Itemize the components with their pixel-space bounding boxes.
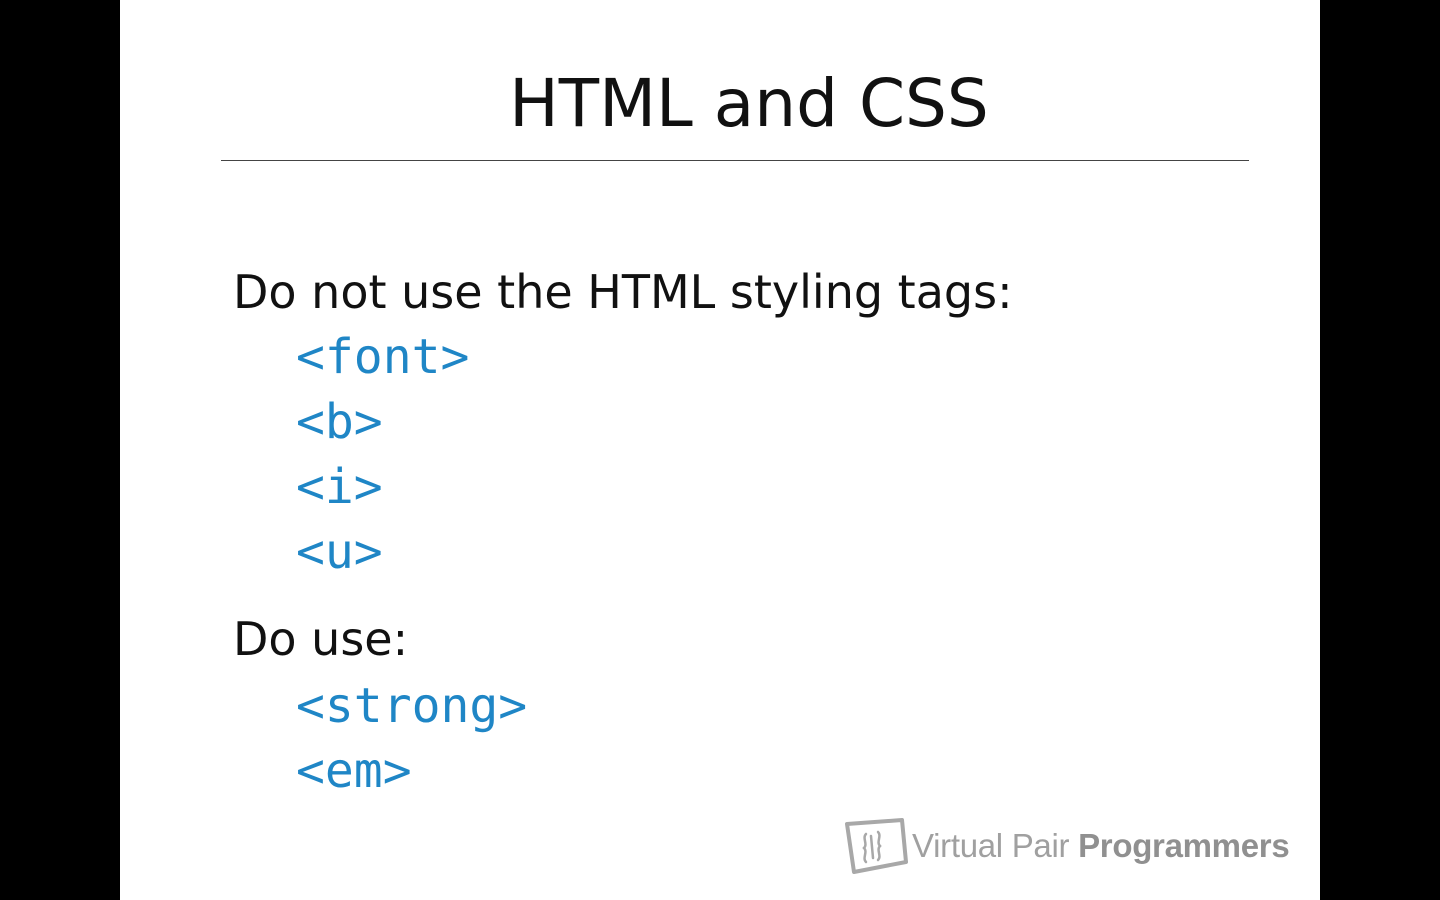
avoid-tag-list: <font> <b> <i> <u> (296, 325, 469, 585)
avoid-tag-item: <i> (296, 459, 383, 515)
brand-name-bold: Programmers (1078, 827, 1290, 864)
brand-name-light: Virtual Pair (912, 827, 1079, 864)
avoid-tag-item: <b> (296, 394, 383, 450)
avoid-tag-item: <font> (296, 329, 470, 385)
use-tag-item: <em> (296, 743, 412, 799)
brand-logo: Virtual Pair Programmers (844, 816, 1290, 876)
avoid-tag-item: <u> (296, 524, 383, 580)
use-tag-list: <strong> <em> (296, 674, 527, 804)
brand-name: Virtual Pair Programmers (912, 827, 1290, 865)
slide: HTML and CSS Do not use the HTML styling… (120, 0, 1320, 900)
slide-title: HTML and CSS (509, 65, 989, 142)
vpp-logo-icon (845, 818, 908, 874)
avoid-heading: Do not use the HTML styling tags: (233, 265, 1013, 319)
title-divider (221, 160, 1249, 161)
use-heading: Do use: (233, 612, 409, 666)
use-tag-item: <strong> (296, 678, 528, 734)
